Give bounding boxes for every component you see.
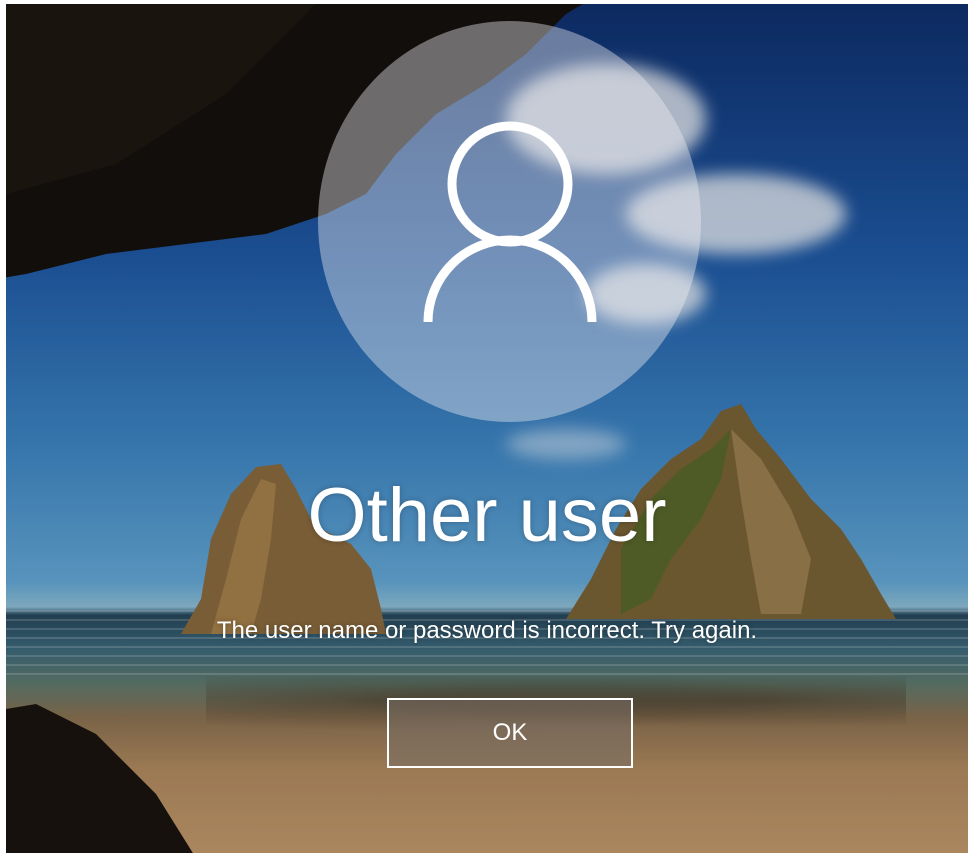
- error-message: The user name or password is incorrect. …: [216, 617, 758, 644]
- user-name: Other user: [307, 473, 667, 558]
- user-silhouette-icon: [423, 121, 596, 322]
- ok-button[interactable]: OK: [387, 698, 633, 768]
- user-avatar: [318, 21, 701, 422]
- lock-screen: Other user The user name or password is …: [6, 4, 968, 853]
